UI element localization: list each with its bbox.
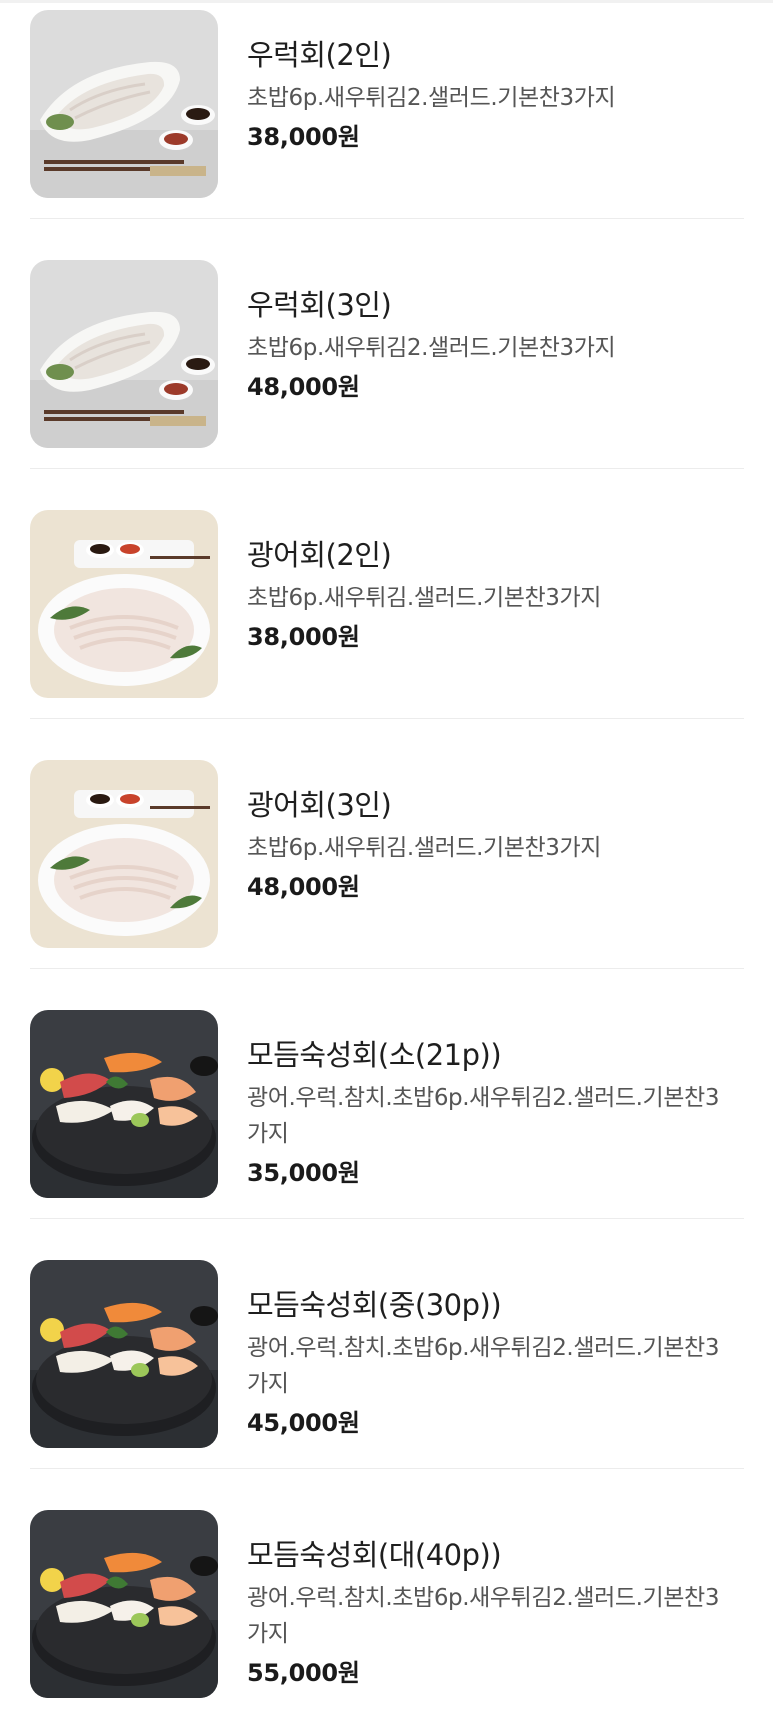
- rockfish-sashimi-image: [30, 260, 218, 448]
- menu-item-name: 우럭회(3인): [247, 288, 392, 322]
- menu-item-info: 모듬숙성회(대(40p)) 광어.우럭.참치.초밥6p.새우튀김2.샐러드.기본…: [247, 1536, 727, 1690]
- menu-item-assorted-small[interactable]: 모듬숙성회(소(21p)) 광어.우럭.참치.초밥6p.새우튀김2.샐러드.기본…: [30, 1000, 744, 1230]
- item-divider: [30, 968, 744, 969]
- menu-item-flatfish-3[interactable]: 광어회(3인) 초밥6p.새우튀김.샐러드.기본찬3가지 48,000원: [30, 750, 744, 980]
- menu-item-price: 55,000원: [247, 1659, 360, 1687]
- menu-item-description: 초밥6p.새우튀김2.샐러드.기본찬3가지: [247, 335, 616, 361]
- menu-item-price: 48,000원: [247, 373, 360, 401]
- menu-item-price: 38,000원: [247, 123, 360, 151]
- assorted-sashimi-image: [30, 1010, 218, 1198]
- menu-item-info: 우럭회(3인) 초밥6p.새우튀김2.샐러드.기본찬3가지 48,000원: [247, 286, 727, 404]
- rockfish-sashimi-image: [30, 10, 218, 198]
- menu-item-name: 모듬숙성회(소(21p)): [247, 1038, 502, 1072]
- menu-item-name: 광어회(2인): [247, 538, 392, 572]
- menu-item-description: 광어.우럭.참치.초밥6p.새우튀김2.샐러드.기본찬3가지: [247, 1585, 720, 1647]
- menu-item-name: 광어회(3인): [247, 788, 392, 822]
- menu-item-assorted-large[interactable]: 모듬숙성회(대(40p)) 광어.우럭.참치.초밥6p.새우튀김2.샐러드.기본…: [30, 1500, 744, 1730]
- menu-item-rockfish-2[interactable]: 우럭회(2인) 초밥6p.새우튀김2.샐러드.기본찬3가지 38,000원: [30, 0, 744, 230]
- menu-item-price: 38,000원: [247, 623, 360, 651]
- item-divider: [30, 218, 744, 219]
- menu-item-price: 45,000원: [247, 1409, 360, 1437]
- menu-item-description: 초밥6p.새우튀김.샐러드.기본찬3가지: [247, 585, 602, 611]
- menu-item-name: 우럭회(2인): [247, 38, 392, 72]
- item-divider: [30, 1218, 744, 1219]
- menu-item-info: 우럭회(2인) 초밥6p.새우튀김2.샐러드.기본찬3가지 38,000원: [247, 36, 727, 154]
- assorted-sashimi-illustration: [30, 1510, 218, 1698]
- assorted-sashimi-image: [30, 1260, 218, 1448]
- menu-item-description: 광어.우럭.참치.초밥6p.새우튀김2.샐러드.기본찬3가지: [247, 1335, 720, 1397]
- menu-item-description: 광어.우럭.참치.초밥6p.새우튀김2.샐러드.기본찬3가지: [247, 1085, 720, 1147]
- menu-item-description: 초밥6p.새우튀김.샐러드.기본찬3가지: [247, 835, 602, 861]
- flatfish-sashimi-illustration: [30, 510, 218, 698]
- menu-item-info: 광어회(3인) 초밥6p.새우튀김.샐러드.기본찬3가지 48,000원: [247, 786, 727, 904]
- menu-item-description: 초밥6p.새우튀김2.샐러드.기본찬3가지: [247, 85, 616, 111]
- item-divider: [30, 468, 744, 469]
- menu-item-name: 모듬숙성회(대(40p)): [247, 1538, 502, 1572]
- item-divider: [30, 1468, 744, 1469]
- rockfish-sashimi-illustration: [30, 260, 218, 448]
- menu-item-flatfish-2[interactable]: 광어회(2인) 초밥6p.새우튀김.샐러드.기본찬3가지 38,000원: [30, 500, 744, 730]
- assorted-sashimi-image: [30, 1510, 218, 1698]
- menu-item-info: 광어회(2인) 초밥6p.새우튀김.샐러드.기본찬3가지 38,000원: [247, 536, 727, 654]
- assorted-sashimi-illustration: [30, 1010, 218, 1198]
- flatfish-sashimi-illustration: [30, 760, 218, 948]
- menu-item-name: 모듬숙성회(중(30p)): [247, 1288, 502, 1322]
- menu-item-info: 모듬숙성회(중(30p)) 광어.우럭.참치.초밥6p.새우튀김2.샐러드.기본…: [247, 1286, 727, 1440]
- assorted-sashimi-illustration: [30, 1260, 218, 1448]
- menu-item-assorted-medium[interactable]: 모듬숙성회(중(30p)) 광어.우럭.참치.초밥6p.새우튀김2.샐러드.기본…: [30, 1250, 744, 1480]
- menu-item-rockfish-3[interactable]: 우럭회(3인) 초밥6p.새우튀김2.샐러드.기본찬3가지 48,000원: [30, 250, 744, 480]
- flatfish-sashimi-image: [30, 760, 218, 948]
- item-divider: [30, 718, 744, 719]
- rockfish-sashimi-illustration: [30, 10, 218, 198]
- menu-item-info: 모듬숙성회(소(21p)) 광어.우럭.참치.초밥6p.새우튀김2.샐러드.기본…: [247, 1036, 727, 1190]
- menu-item-price: 48,000원: [247, 873, 360, 901]
- menu-item-price: 35,000원: [247, 1159, 360, 1187]
- flatfish-sashimi-image: [30, 510, 218, 698]
